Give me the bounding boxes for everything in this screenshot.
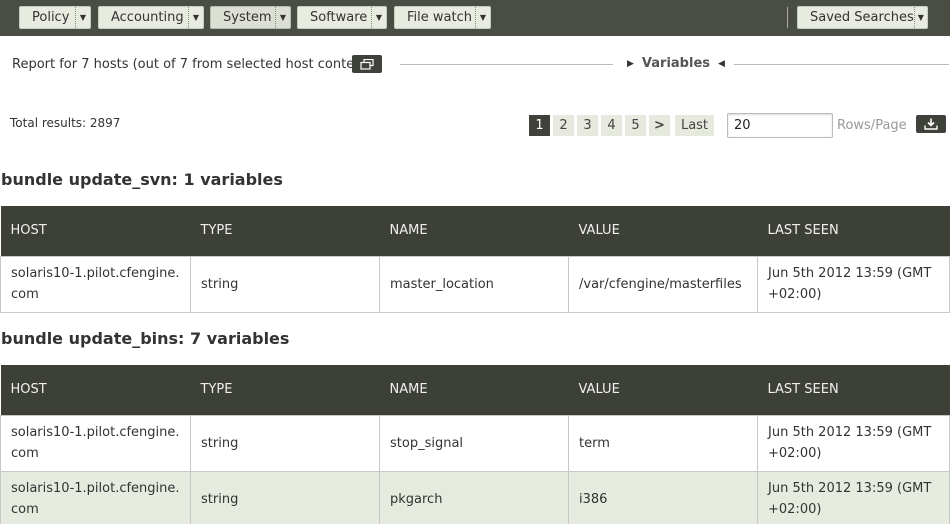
menu-software-button[interactable]: Software ▼	[297, 6, 387, 29]
menu-system-label: System	[223, 10, 272, 25]
menu-accounting-button[interactable]: Accounting ▼	[98, 6, 204, 29]
cell-host: solaris10-1.pilot.cfengine.com	[0, 470, 191, 524]
last-page-button[interactable]: Last	[675, 115, 714, 136]
bundle-heading: bundle update_bins: 7 variables	[1, 329, 290, 348]
menu-software-label: Software	[310, 10, 368, 25]
column-header-name[interactable]: NAME	[379, 365, 569, 415]
cell-name: master_location	[379, 255, 569, 313]
cell-value: term	[568, 414, 758, 472]
cell-last-seen: Jun 5th 2012 13:59 (GMT +02:00)	[757, 414, 950, 472]
table-header-row: HOST TYPE NAME VALUE LAST SEEN	[0, 206, 950, 256]
chevron-down-icon[interactable]: ▼	[475, 7, 490, 28]
cell-host: solaris10-1.pilot.cfengine.com	[0, 255, 191, 313]
menu-policy-label: Policy	[32, 10, 70, 25]
column-header-name[interactable]: NAME	[379, 206, 569, 256]
download-icon	[924, 118, 938, 130]
page-3-button[interactable]: 3	[577, 115, 598, 136]
cell-name: pkgarch	[379, 470, 569, 524]
variables-table: HOST TYPE NAME VALUE LAST SEEN solaris10…	[0, 206, 950, 313]
section-divider-right	[734, 64, 949, 65]
total-results: Total results: 2897	[10, 116, 121, 130]
cell-name: stop_signal	[379, 414, 569, 472]
triangle-left-icon: ◀	[718, 58, 725, 69]
cell-type: string	[190, 255, 380, 313]
cell-last-seen: Jun 5th 2012 13:59 (GMT +02:00)	[757, 470, 950, 524]
section-divider-left	[400, 64, 613, 65]
bundle-heading: bundle update_svn: 1 variables	[1, 170, 283, 189]
menu-system-button[interactable]: System ▼	[210, 6, 291, 29]
menu-file-watch-label: File watch	[407, 10, 472, 25]
triangle-right-icon: ▶	[627, 58, 634, 69]
column-header-last-seen[interactable]: LAST SEEN	[757, 206, 950, 256]
top-menu-bar: Policy ▼ Accounting ▼ System ▼ Software …	[0, 0, 950, 36]
chevron-down-icon[interactable]: ▼	[913, 7, 927, 28]
table-row: solaris10-1.pilot.cfengine.com string st…	[0, 414, 950, 472]
saved-searches-button[interactable]: Saved Searches ▼	[797, 6, 928, 29]
cell-host: solaris10-1.pilot.cfengine.com	[0, 414, 191, 472]
menu-accounting-label: Accounting	[111, 10, 184, 25]
chevron-down-icon[interactable]: ▼	[275, 7, 290, 28]
page-5-button[interactable]: 5	[625, 115, 646, 136]
column-header-type[interactable]: TYPE	[190, 365, 380, 415]
table-row: solaris10-1.pilot.cfengine.com string pk…	[0, 470, 950, 524]
cell-type: string	[190, 414, 380, 472]
popout-button[interactable]	[352, 55, 382, 73]
page-4-button[interactable]: 4	[601, 115, 622, 136]
report-summary: Report for 7 hosts (out of 7 from select…	[12, 57, 372, 72]
column-header-value[interactable]: VALUE	[568, 206, 758, 256]
cell-type: string	[190, 470, 380, 524]
column-header-host[interactable]: HOST	[0, 206, 191, 256]
chevron-down-icon[interactable]: ▼	[188, 7, 203, 28]
menu-file-watch-button[interactable]: File watch ▼	[394, 6, 491, 29]
column-header-type[interactable]: TYPE	[190, 206, 380, 256]
download-button[interactable]	[916, 115, 946, 133]
menu-policy-button[interactable]: Policy ▼	[19, 6, 91, 29]
page-1-button[interactable]: 1	[529, 115, 550, 136]
table-row: solaris10-1.pilot.cfengine.com string ma…	[0, 255, 950, 313]
column-header-host[interactable]: HOST	[0, 365, 191, 415]
rows-per-page-input[interactable]	[727, 113, 833, 138]
cell-value: /var/cfengine/masterfiles	[568, 255, 758, 313]
cell-last-seen: Jun 5th 2012 13:59 (GMT +02:00)	[757, 255, 950, 313]
section-title-label: Variables	[641, 56, 711, 71]
column-header-value[interactable]: VALUE	[568, 365, 758, 415]
page-2-button[interactable]: 2	[553, 115, 574, 136]
section-title[interactable]: ▶ Variables ◀	[627, 56, 725, 71]
column-header-last-seen[interactable]: LAST SEEN	[757, 365, 950, 415]
table-header-row: HOST TYPE NAME VALUE LAST SEEN	[0, 365, 950, 415]
variables-table: HOST TYPE NAME VALUE LAST SEEN solaris10…	[0, 365, 950, 524]
cell-value: i386	[568, 470, 758, 524]
menu-divider	[787, 7, 788, 28]
next-page-button[interactable]: >	[649, 115, 670, 136]
rows-per-page-label: Rows/Page	[837, 118, 907, 133]
chevron-down-icon[interactable]: ▼	[75, 7, 90, 28]
chevron-down-icon[interactable]: ▼	[371, 7, 386, 28]
saved-searches-label: Saved Searches	[810, 10, 914, 25]
popout-icon	[360, 58, 374, 70]
